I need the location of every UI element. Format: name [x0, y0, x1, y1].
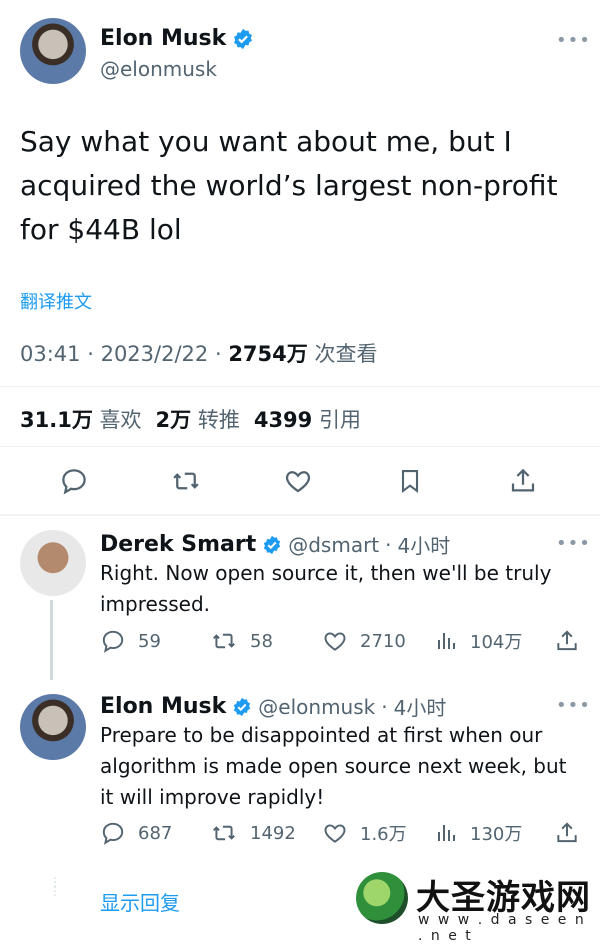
- reply-icon: [102, 630, 124, 653]
- likes-label: 喜欢: [99, 408, 142, 432]
- divider: [0, 446, 600, 447]
- views-label: 次查看: [314, 342, 378, 366]
- like-count: 2710: [360, 630, 406, 652]
- retweets-label: 转推: [197, 408, 240, 432]
- author-name[interactable]: Elon Musk: [100, 26, 226, 51]
- author-avatar[interactable]: [20, 18, 86, 84]
- thread-dots: ⋮ ⋮: [49, 875, 61, 898]
- separator: ·: [385, 532, 392, 557]
- reply-icon: [102, 822, 124, 845]
- view-count: 130万: [470, 824, 523, 845]
- share-icon[interactable]: [508, 466, 538, 496]
- watermark-logo: [356, 872, 408, 924]
- tweet-time[interactable]: 03:41: [20, 342, 81, 366]
- like-action[interactable]: 2710: [322, 628, 406, 654]
- retweet-icon: [213, 825, 235, 841]
- watermark: 大圣游戏网 w w w . d a s e e n . n e t: [356, 870, 596, 944]
- retweet-action[interactable]: 58: [210, 628, 273, 654]
- verified-badge-icon: [232, 697, 252, 717]
- verified-badge-icon: [262, 535, 282, 555]
- retweets-count: 2万: [155, 408, 192, 432]
- likes-stat[interactable]: 31.1万 喜欢: [20, 404, 142, 434]
- reply-author-name[interactable]: Derek Smart: [100, 532, 256, 557]
- view-count: 104万: [470, 632, 523, 653]
- retweet-action[interactable]: 1492: [210, 820, 296, 846]
- quotes-stat[interactable]: 4399 引用: [254, 404, 361, 434]
- reply-avatar[interactable]: [20, 694, 86, 760]
- retweet-icon[interactable]: [170, 466, 202, 496]
- views-action[interactable]: 104万: [434, 628, 522, 654]
- watermark-url: w w w . d a s e e n . n e t: [418, 912, 586, 944]
- retweets-stat[interactable]: 2万 转推: [156, 404, 240, 434]
- separator: ·: [214, 342, 229, 366]
- reply-avatar[interactable]: [20, 530, 86, 596]
- reply-text: Right. Now open source it, then we'll be…: [100, 561, 552, 616]
- views-icon: [438, 825, 455, 841]
- reply-count: 59: [138, 630, 161, 652]
- like-action[interactable]: 1.6万: [322, 820, 407, 846]
- translate-link[interactable]: 翻译推文: [20, 288, 92, 314]
- tweet-meta: 03:41 · 2023/2/22 · 2754万 次查看: [20, 338, 377, 368]
- thread-line: [50, 600, 53, 680]
- retweet-icon: [213, 633, 235, 649]
- verified-badge-icon: [232, 28, 254, 50]
- more-icon[interactable]: •••: [556, 695, 591, 716]
- views-icon: [438, 633, 455, 649]
- reply-header: Elon Musk @elonmusk · 4小时: [100, 692, 446, 721]
- bookmark-icon[interactable]: [396, 466, 424, 496]
- likes-count: 31.1万: [20, 408, 93, 432]
- views-action[interactable]: 130万: [434, 820, 522, 846]
- more-icon[interactable]: •••: [556, 533, 591, 554]
- separator: ·: [87, 342, 101, 366]
- like-count: 1.6万: [360, 824, 407, 845]
- reply-action[interactable]: 687: [100, 820, 172, 846]
- author-name-row[interactable]: Elon Musk: [100, 26, 254, 51]
- divider: [0, 514, 600, 516]
- tweet-date[interactable]: 2023/2/22: [101, 342, 209, 366]
- share-icon[interactable]: [554, 820, 580, 846]
- more-icon[interactable]: •••: [556, 30, 591, 51]
- divider: [0, 386, 600, 387]
- author-handle[interactable]: @elonmusk: [100, 57, 217, 81]
- like-icon: [324, 824, 346, 843]
- reply-action[interactable]: 59: [100, 628, 161, 654]
- reply-author-handle[interactable]: @dsmart: [288, 533, 379, 557]
- views-count: 2754万: [228, 342, 308, 366]
- reply-icon[interactable]: [59, 466, 89, 496]
- retweet-count: 1492: [250, 822, 296, 844]
- reply-count: 687: [138, 822, 173, 844]
- like-icon: [324, 632, 346, 651]
- like-icon[interactable]: [283, 466, 313, 496]
- separator: ·: [381, 694, 388, 719]
- reply-time[interactable]: 4小时: [398, 530, 451, 559]
- share-icon[interactable]: [554, 628, 580, 654]
- tweet-text: Say what you want about me, but I acquir…: [20, 125, 558, 246]
- reply-text: Prepare to be disappointed at first when…: [100, 723, 567, 809]
- tweet-stats: 31.1万 喜欢 2万 转推 4399 引用: [20, 404, 361, 434]
- reply-author-name[interactable]: Elon Musk: [100, 694, 226, 719]
- reply-header: Derek Smart @dsmart · 4小时: [100, 530, 450, 559]
- quotes-label: 引用: [318, 408, 361, 432]
- reply-author-handle[interactable]: @elonmusk: [258, 695, 375, 719]
- reply-time[interactable]: 4小时: [394, 692, 447, 721]
- retweet-count: 58: [250, 630, 273, 652]
- quotes-count: 4399: [253, 408, 313, 432]
- show-replies-link[interactable]: 显示回复: [100, 887, 180, 916]
